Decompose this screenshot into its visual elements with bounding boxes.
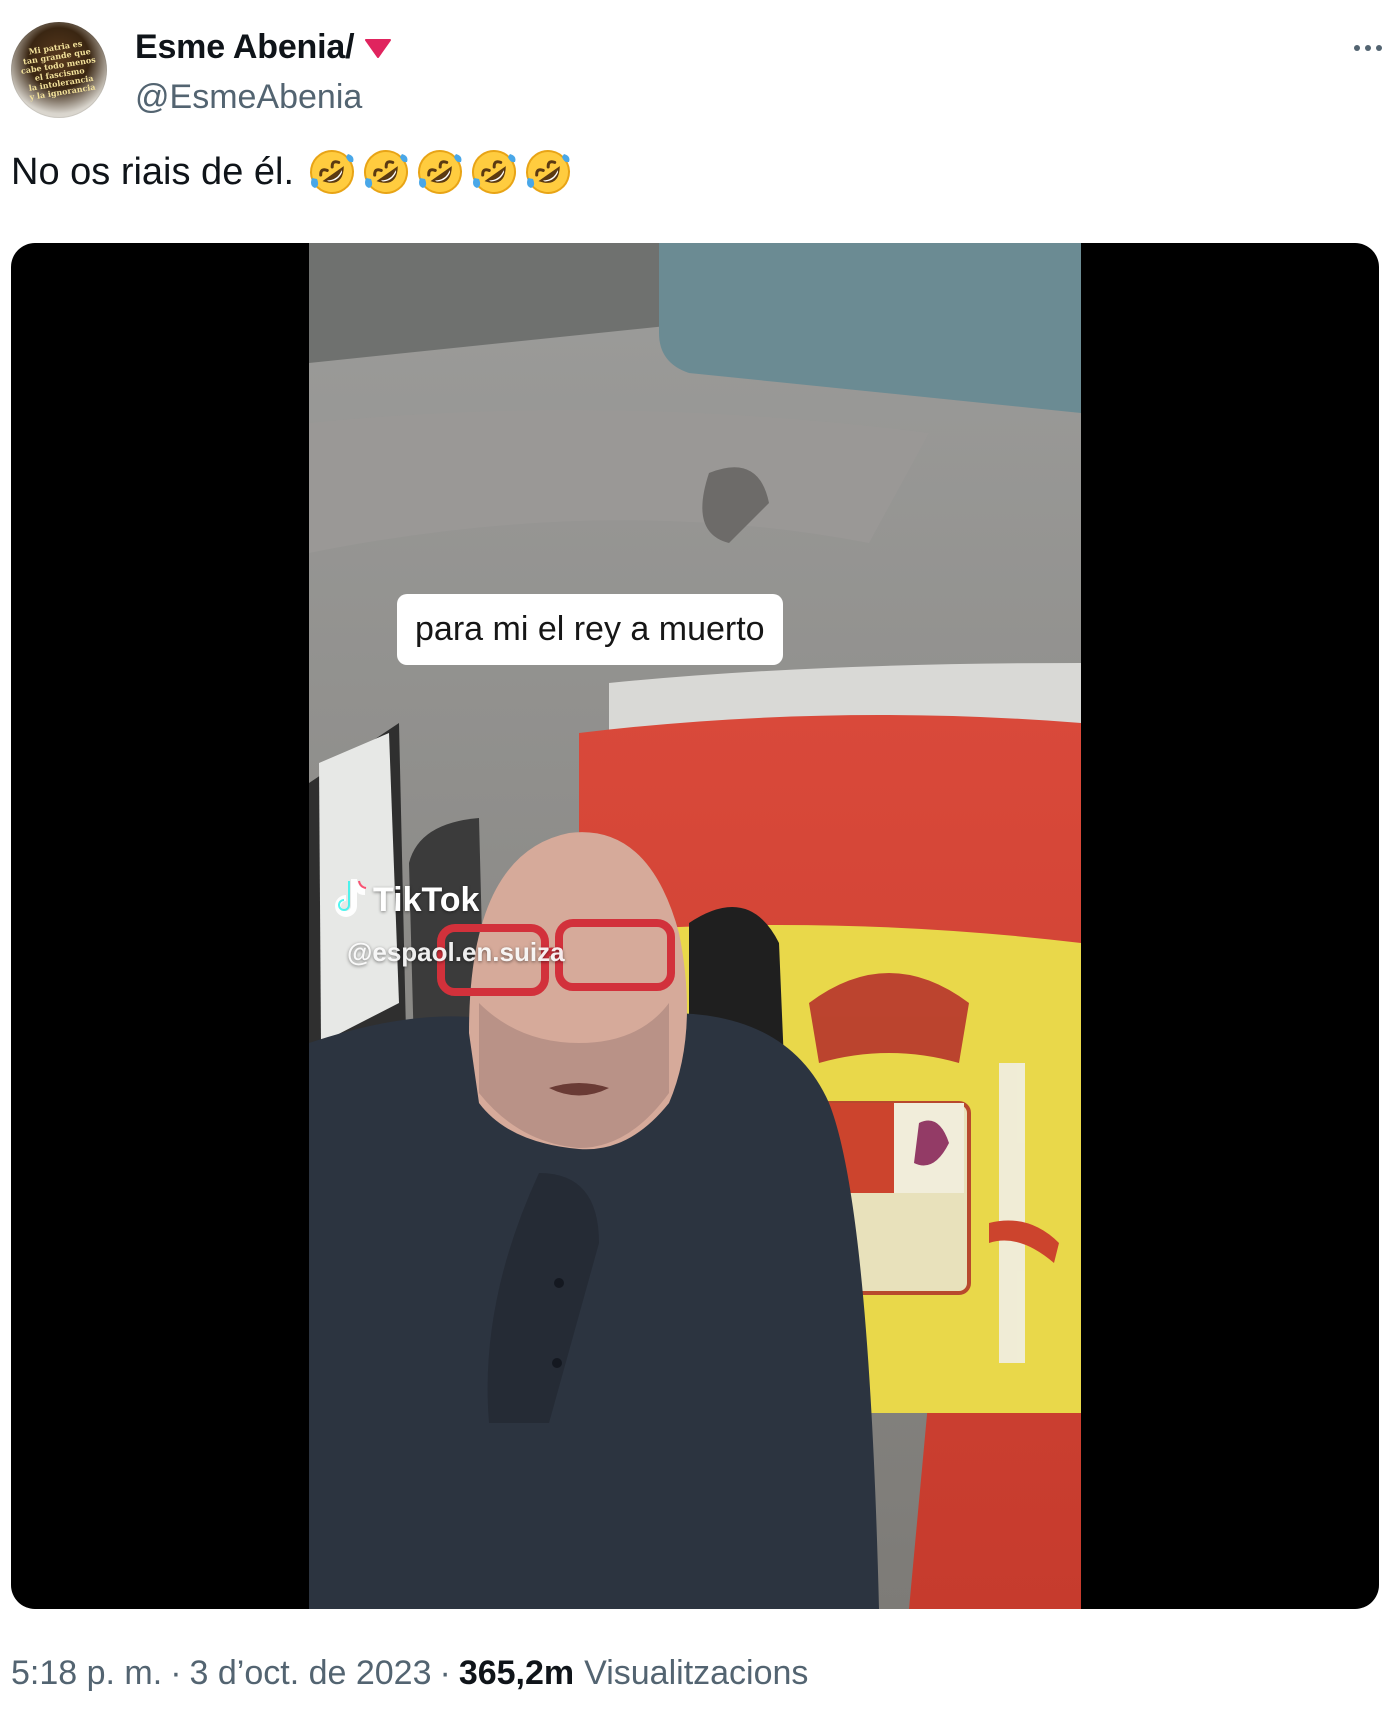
video-still [309, 243, 1081, 1609]
more-horizontal-icon[interactable] [1347, 30, 1389, 66]
rolling-laughing-emoji [418, 150, 463, 194]
rolling-laughing-emoji [364, 150, 409, 194]
author-name-row: Esme Abenia/ [135, 28, 392, 67]
tweet-header: Mi patria es tan grande que cabe todo me… [11, 22, 1389, 132]
tiktok-logo-icon [331, 877, 367, 924]
rolling-laughing-emoji [310, 150, 355, 194]
meta-separator: · [439, 1654, 451, 1692]
emoji-row [308, 148, 572, 196]
red-down-triangle-icon [364, 37, 392, 59]
rolling-laughing-emoji [526, 150, 571, 194]
video-frame: para mi el rey a muerto TikTok @espaol.e… [309, 243, 1081, 1609]
views-label: Visualitzacions [584, 1654, 809, 1692]
video-caption: para mi el rey a muerto [397, 594, 783, 665]
tiktok-watermark: TikTok [331, 877, 479, 924]
tiktok-handle: @espaol.en.suiza [347, 937, 565, 967]
author-avatar[interactable]: Mi patria es tan grande que cabe todo me… [11, 22, 107, 118]
tweet-text: No os riais de él. [11, 151, 295, 193]
author-display-name[interactable]: Esme Abenia/ [135, 28, 355, 67]
views-count: 365,2m [458, 1654, 575, 1692]
tweet-date[interactable]: 3 d’oct. de 2023 [190, 1654, 432, 1693]
avatar-text-block: Mi patria es tan grande que cabe todo me… [11, 24, 106, 116]
tweet-video[interactable]: para mi el rey a muerto TikTok @espaol.e… [11, 243, 1379, 1609]
tweet-meta: 5:18 p. m. · 3 d’oct. de 2023 · 365,2m V… [11, 1654, 808, 1693]
tweet-body: No os riais de él. [11, 148, 572, 196]
author-handle[interactable]: @EsmeAbenia [135, 78, 362, 117]
tweet-time[interactable]: 5:18 p. m. [11, 1654, 162, 1693]
meta-separator: · [170, 1654, 182, 1692]
tiktok-brand: TikTok [373, 881, 480, 919]
rolling-laughing-emoji [472, 150, 517, 194]
